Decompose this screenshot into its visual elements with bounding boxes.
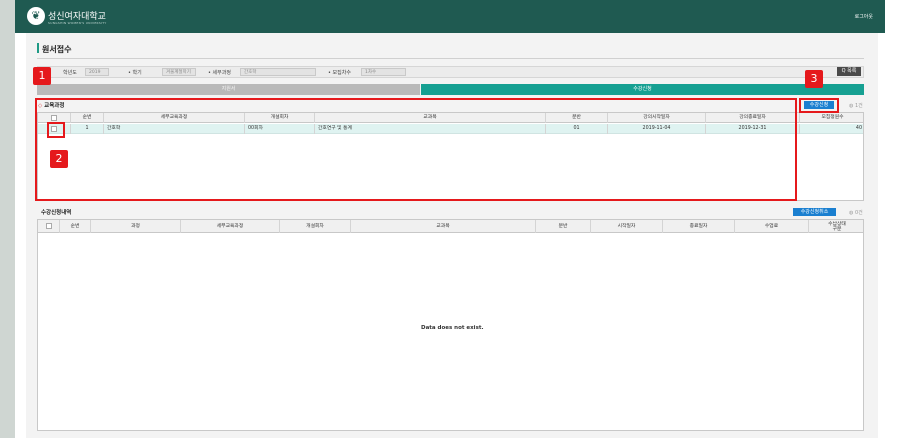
course-label: • 세부과정 xyxy=(208,70,231,76)
callout-box-1 xyxy=(35,98,797,201)
year-field[interactable]: 2019 xyxy=(85,68,109,76)
apply-select-all-checkbox[interactable] xyxy=(46,223,52,229)
callout-box-3 xyxy=(799,98,839,113)
left-gutter xyxy=(0,0,15,438)
col-capacity: 모집정원수 xyxy=(821,115,844,120)
filter-bar: 학년도 2019 • 학기 겨울계절학기 • 세부과정 간호학 • 모집차수 1… xyxy=(37,66,864,78)
callout-badge-3: 3 xyxy=(805,70,823,88)
title-accent-bar xyxy=(37,43,39,53)
apply-header-checkbox-cell xyxy=(38,220,60,233)
apply-table: 순번 과정 세부교육과정 개설회차 교과목 분반 시작일자 종료일자 수업료 수… xyxy=(37,219,864,431)
apply-section-title: 수강신청내역 xyxy=(41,210,72,216)
cancel-apply-button[interactable]: 수강신청취소 xyxy=(793,208,836,216)
apply-col-course: 세부교육과정 xyxy=(181,220,280,233)
apply-col-no: 순번 xyxy=(60,220,91,233)
callout-badge-2: 2 xyxy=(50,150,68,168)
apply-col-payment-status: 수납상태구분 xyxy=(828,222,846,232)
tab-application[interactable]: 지원서 xyxy=(37,84,420,95)
university-logo-icon: ❦ xyxy=(27,7,45,25)
app-header: ❦ 성신여자대학교 SUNGSHIN WOMEN'S UNIVERSITY 로그… xyxy=(15,0,885,33)
term-label: • 학기 xyxy=(128,70,142,76)
university-subtitle: SUNGSHIN WOMEN'S UNIVERSITY xyxy=(48,21,107,25)
callout-box-2 xyxy=(47,122,65,138)
list-button[interactable]: Q 목록 xyxy=(837,67,861,76)
course-count-text: 1건 xyxy=(854,103,863,109)
cell-capacity: 40 xyxy=(855,126,862,131)
apply-count: ◍ 0건 xyxy=(849,210,863,216)
round-field[interactable]: 1차수 xyxy=(361,68,406,76)
year-label: 학년도 xyxy=(63,70,77,76)
course-count: ◍ 1건 xyxy=(849,103,863,109)
apply-col-session: 개설회차 xyxy=(280,220,351,233)
apply-col-start: 시작일자 xyxy=(591,220,663,233)
course-field[interactable]: 간호학 xyxy=(240,68,316,76)
callout-badge-1: 1 xyxy=(33,67,51,85)
right-gutter xyxy=(885,0,900,438)
apply-col-end: 종료일자 xyxy=(663,220,735,233)
title-divider xyxy=(37,58,864,59)
page-title: 원서접수 xyxy=(42,45,72,54)
apply-col-program: 과정 xyxy=(91,220,181,233)
round-label: • 모집차수 xyxy=(328,70,351,76)
apply-col-fee: 수업료 xyxy=(735,220,809,233)
tab-course-registration[interactable]: 수강신청 xyxy=(421,84,864,95)
term-field[interactable]: 겨울계절학기 xyxy=(162,68,196,76)
apply-col-section: 분반 xyxy=(536,220,591,233)
logout-link[interactable]: 로그아웃 xyxy=(855,13,873,20)
empty-message: Data does not exist. xyxy=(421,325,484,331)
apply-count-text: 0건 xyxy=(854,210,863,216)
apply-table-header: 순번 과정 세부교육과정 개설회차 교과목 분반 시작일자 종료일자 수업료 수… xyxy=(38,220,863,233)
apply-col-subject: 교과목 xyxy=(351,220,536,233)
